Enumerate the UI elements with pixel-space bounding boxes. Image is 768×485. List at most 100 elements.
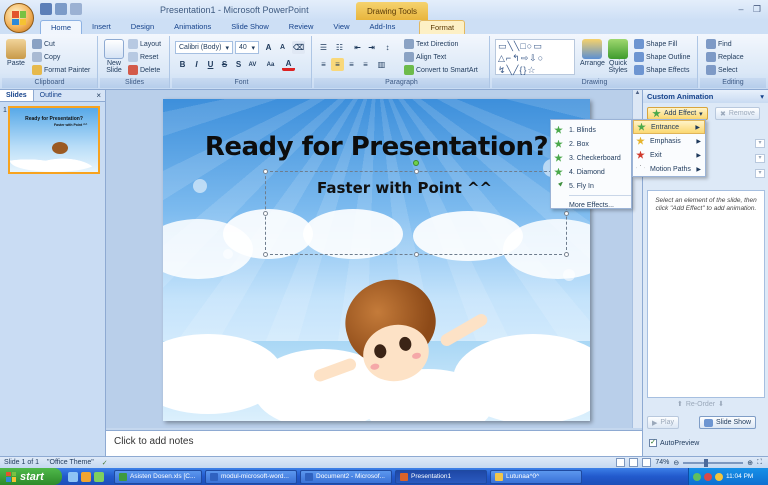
move-down-icon[interactable]: ⬇ bbox=[718, 400, 724, 408]
justify-icon[interactable]: ≡ bbox=[359, 58, 372, 71]
slide-subtitle[interactable]: Faster with Point ^^ bbox=[317, 179, 492, 197]
underline-icon[interactable]: U bbox=[204, 58, 217, 71]
cut-button[interactable]: Cut bbox=[32, 39, 55, 49]
security-icon[interactable] bbox=[704, 472, 712, 481]
browser-icon[interactable] bbox=[81, 471, 91, 482]
resize-handle[interactable] bbox=[414, 252, 419, 257]
scroll-up-icon[interactable]: ▲ bbox=[633, 90, 642, 100]
arrange-button[interactable]: Arrange bbox=[580, 39, 605, 67]
start-button[interactable]: start bbox=[0, 468, 62, 485]
menu-item-blinds[interactable]: 1. Blinds bbox=[551, 123, 631, 137]
new-slide-button[interactable]: New Slide bbox=[103, 39, 125, 74]
quick-styles-button[interactable]: Quick Styles bbox=[606, 39, 630, 74]
speed-dropdown[interactable]: ▾ bbox=[755, 169, 765, 178]
notes-pane[interactable]: Click to add notes bbox=[106, 430, 642, 456]
tab-add-ins[interactable]: Add-Ins bbox=[360, 20, 406, 34]
close-icon[interactable]: × bbox=[96, 90, 105, 101]
restore-icon[interactable]: ❐ bbox=[750, 3, 764, 15]
tab-view[interactable]: View bbox=[323, 20, 359, 34]
tab-home[interactable]: Home bbox=[40, 20, 83, 34]
clear-format-icon[interactable]: ⌫ bbox=[292, 41, 305, 54]
zoom-slider[interactable] bbox=[683, 458, 744, 467]
tab-format[interactable]: Format bbox=[419, 20, 466, 34]
shadow-icon[interactable]: S bbox=[232, 58, 245, 71]
italic-icon[interactable]: I bbox=[190, 58, 203, 71]
taskbar-item-word-modul[interactable]: modul-microsoft-word... bbox=[205, 469, 297, 484]
zoom-out-icon[interactable]: ⊖ bbox=[673, 459, 679, 467]
undo-icon[interactable] bbox=[55, 3, 67, 15]
tab-animations[interactable]: Animations bbox=[164, 20, 221, 34]
bullets-icon[interactable]: ☰ bbox=[317, 41, 330, 54]
copy-button[interactable]: Copy bbox=[32, 52, 60, 62]
save-icon[interactable] bbox=[40, 3, 52, 15]
redo-icon[interactable] bbox=[70, 3, 82, 15]
columns-icon[interactable]: ▥ bbox=[375, 58, 388, 71]
resize-handle[interactable] bbox=[564, 252, 569, 257]
move-up-icon[interactable]: ⬆ bbox=[677, 400, 683, 408]
show-desktop-icon[interactable] bbox=[68, 471, 78, 482]
reset-button[interactable]: Reset bbox=[128, 52, 158, 62]
layout-button[interactable]: Layout bbox=[128, 39, 161, 49]
resize-handle[interactable] bbox=[263, 252, 268, 257]
submenu-entrance[interactable]: Entrance ▶ bbox=[633, 120, 705, 134]
network-icon[interactable] bbox=[693, 472, 701, 481]
numbering-icon[interactable]: ☷ bbox=[333, 41, 346, 54]
change-case-icon[interactable]: Aa bbox=[264, 58, 277, 71]
taskbar-item-excel[interactable]: Asisten Dosen.xls [C... bbox=[114, 469, 202, 484]
align-center-icon[interactable]: ≡ bbox=[331, 58, 344, 71]
taskbar-item-word-doc2[interactable]: Document2 - Microsof... bbox=[300, 469, 392, 484]
taskbar-item-folder[interactable]: Lutunaa^0^ bbox=[490, 469, 582, 484]
strikethrough-icon[interactable]: S bbox=[218, 58, 231, 71]
slide-canvas[interactable]: Ready for Presentation? Faster with Poin… bbox=[163, 99, 590, 421]
font-color-icon[interactable]: A bbox=[282, 58, 295, 71]
line-spacing-icon[interactable]: ↕ bbox=[381, 41, 394, 54]
shape-outline-button[interactable]: Shape Outline bbox=[634, 52, 690, 62]
start-dropdown[interactable]: ▾ bbox=[755, 139, 765, 148]
replace-button[interactable]: Replace bbox=[706, 52, 744, 62]
tab-slide-show[interactable]: Slide Show bbox=[221, 20, 279, 34]
menu-item-checkerboard[interactable]: 3. Checkerboard bbox=[551, 151, 631, 165]
select-button[interactable]: Select bbox=[706, 65, 737, 75]
shrink-font-icon[interactable]: A bbox=[276, 41, 289, 54]
resize-handle[interactable] bbox=[263, 211, 268, 216]
slide-thumbnail[interactable]: Ready for Presentation? Faster with Poin… bbox=[8, 106, 100, 174]
property-dropdown[interactable]: ▾ bbox=[755, 154, 765, 163]
tab-insert[interactable]: Insert bbox=[82, 20, 121, 34]
fit-window-icon[interactable]: ⛶ bbox=[757, 459, 762, 467]
slide-sorter-icon[interactable] bbox=[629, 458, 639, 467]
spell-check-icon[interactable]: ✓ bbox=[102, 459, 108, 467]
resize-handle[interactable] bbox=[414, 169, 419, 174]
menu-item-more-effects[interactable]: More Effects... bbox=[551, 198, 631, 212]
paste-button[interactable]: Paste bbox=[6, 39, 26, 67]
increase-indent-icon[interactable]: ⇥ bbox=[365, 41, 378, 54]
menu-item-fly-in[interactable]: 5. Fly In bbox=[551, 179, 631, 193]
char-spacing-icon[interactable]: AV bbox=[246, 58, 259, 71]
slideshow-view-icon[interactable] bbox=[642, 458, 652, 467]
remove-button[interactable]: ✖ Remove bbox=[715, 107, 760, 120]
slide-show-button[interactable]: Slide Show bbox=[699, 416, 757, 429]
submenu-exit[interactable]: Exit ▶ bbox=[633, 148, 705, 162]
play-button[interactable]: ▶ Play bbox=[647, 416, 680, 429]
zoom-in-icon[interactable]: ⊕ bbox=[747, 459, 753, 467]
minimize-icon[interactable]: – bbox=[734, 3, 748, 15]
tab-design[interactable]: Design bbox=[121, 20, 164, 34]
decrease-indent-icon[interactable]: ⇤ bbox=[351, 41, 364, 54]
text-direction-button[interactable]: Text Direction bbox=[404, 39, 458, 49]
font-size-dropdown[interactable]: 40 ▾ bbox=[235, 41, 259, 54]
tab-slides[interactable]: Slides bbox=[0, 90, 34, 101]
find-button[interactable]: Find bbox=[706, 39, 732, 49]
align-left-icon[interactable]: ≡ bbox=[317, 58, 330, 71]
slide-title[interactable]: Ready for Presentation? bbox=[163, 132, 590, 162]
convert-smartart-button[interactable]: Convert to SmartArt bbox=[404, 65, 478, 75]
zoom-slider-thumb[interactable] bbox=[703, 458, 708, 467]
align-text-button[interactable]: Align Text bbox=[404, 52, 446, 62]
zoom-level[interactable]: 74% bbox=[655, 459, 669, 466]
align-right-icon[interactable]: ≡ bbox=[345, 58, 358, 71]
taskbar-item-powerpoint[interactable]: Presentation1 bbox=[395, 469, 487, 484]
rotation-handle[interactable] bbox=[413, 160, 419, 166]
office-button[interactable] bbox=[4, 3, 34, 33]
volume-icon[interactable] bbox=[715, 472, 723, 481]
submenu-emphasis[interactable]: Emphasis ▶ bbox=[633, 134, 705, 148]
menu-item-diamond[interactable]: 4. Diamond bbox=[551, 165, 631, 179]
media-icon[interactable] bbox=[94, 471, 104, 482]
